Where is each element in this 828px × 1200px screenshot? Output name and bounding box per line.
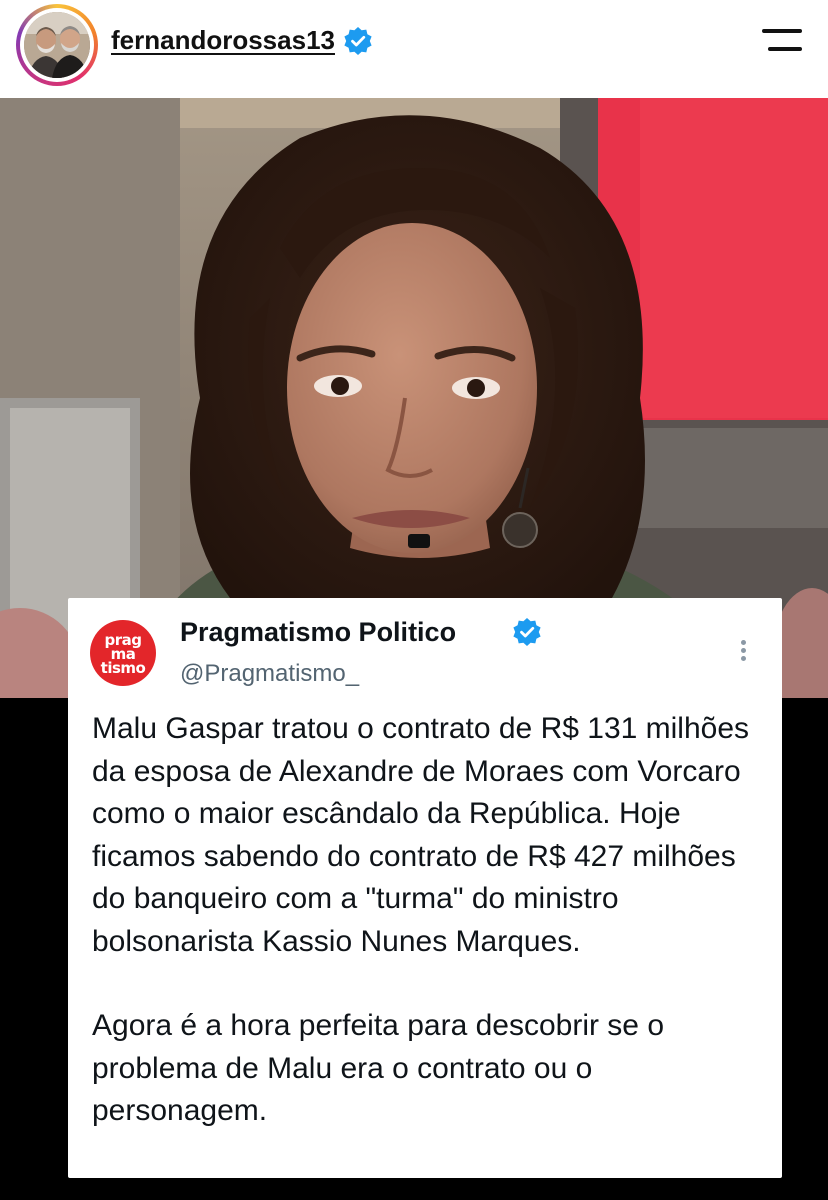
verified-badge-icon	[513, 618, 541, 646]
post-header: fernandorossas13	[0, 0, 828, 98]
menu-line	[762, 29, 802, 33]
tweet-paragraph: Malu Gaspar tratou o contrato de R$ 131 …	[92, 712, 750, 958]
pragmatismo-logo-avatar[interactable]: prag ma tismo	[90, 620, 156, 686]
tweet-display-name[interactable]: Pragmatismo Politico	[180, 614, 456, 650]
more-dot	[741, 640, 746, 645]
story-ring[interactable]	[16, 4, 98, 86]
menu-line	[768, 47, 802, 51]
hamburger-menu-icon[interactable]	[758, 26, 804, 56]
more-dot	[741, 648, 746, 653]
more-vertical-icon[interactable]	[732, 636, 756, 666]
avatar-border	[20, 8, 94, 82]
username-link[interactable]: fernandorossas13	[111, 22, 335, 58]
tweet-paragraph: Agora é a hora perfeita para descobrir s…	[92, 1009, 665, 1127]
more-dot	[741, 656, 746, 661]
logo-text: tismo	[100, 659, 146, 677]
tweet-handle[interactable]: @Pragmatismo_	[180, 658, 359, 690]
avatar-photo	[24, 12, 90, 78]
tweet-body: Malu Gaspar tratou o contrato de R$ 131 …	[92, 708, 772, 1133]
tweet-card: prag ma tismo Pragmatismo Politico @Prag…	[68, 598, 782, 1178]
verified-badge-icon	[344, 27, 372, 55]
avatar[interactable]	[24, 12, 90, 78]
